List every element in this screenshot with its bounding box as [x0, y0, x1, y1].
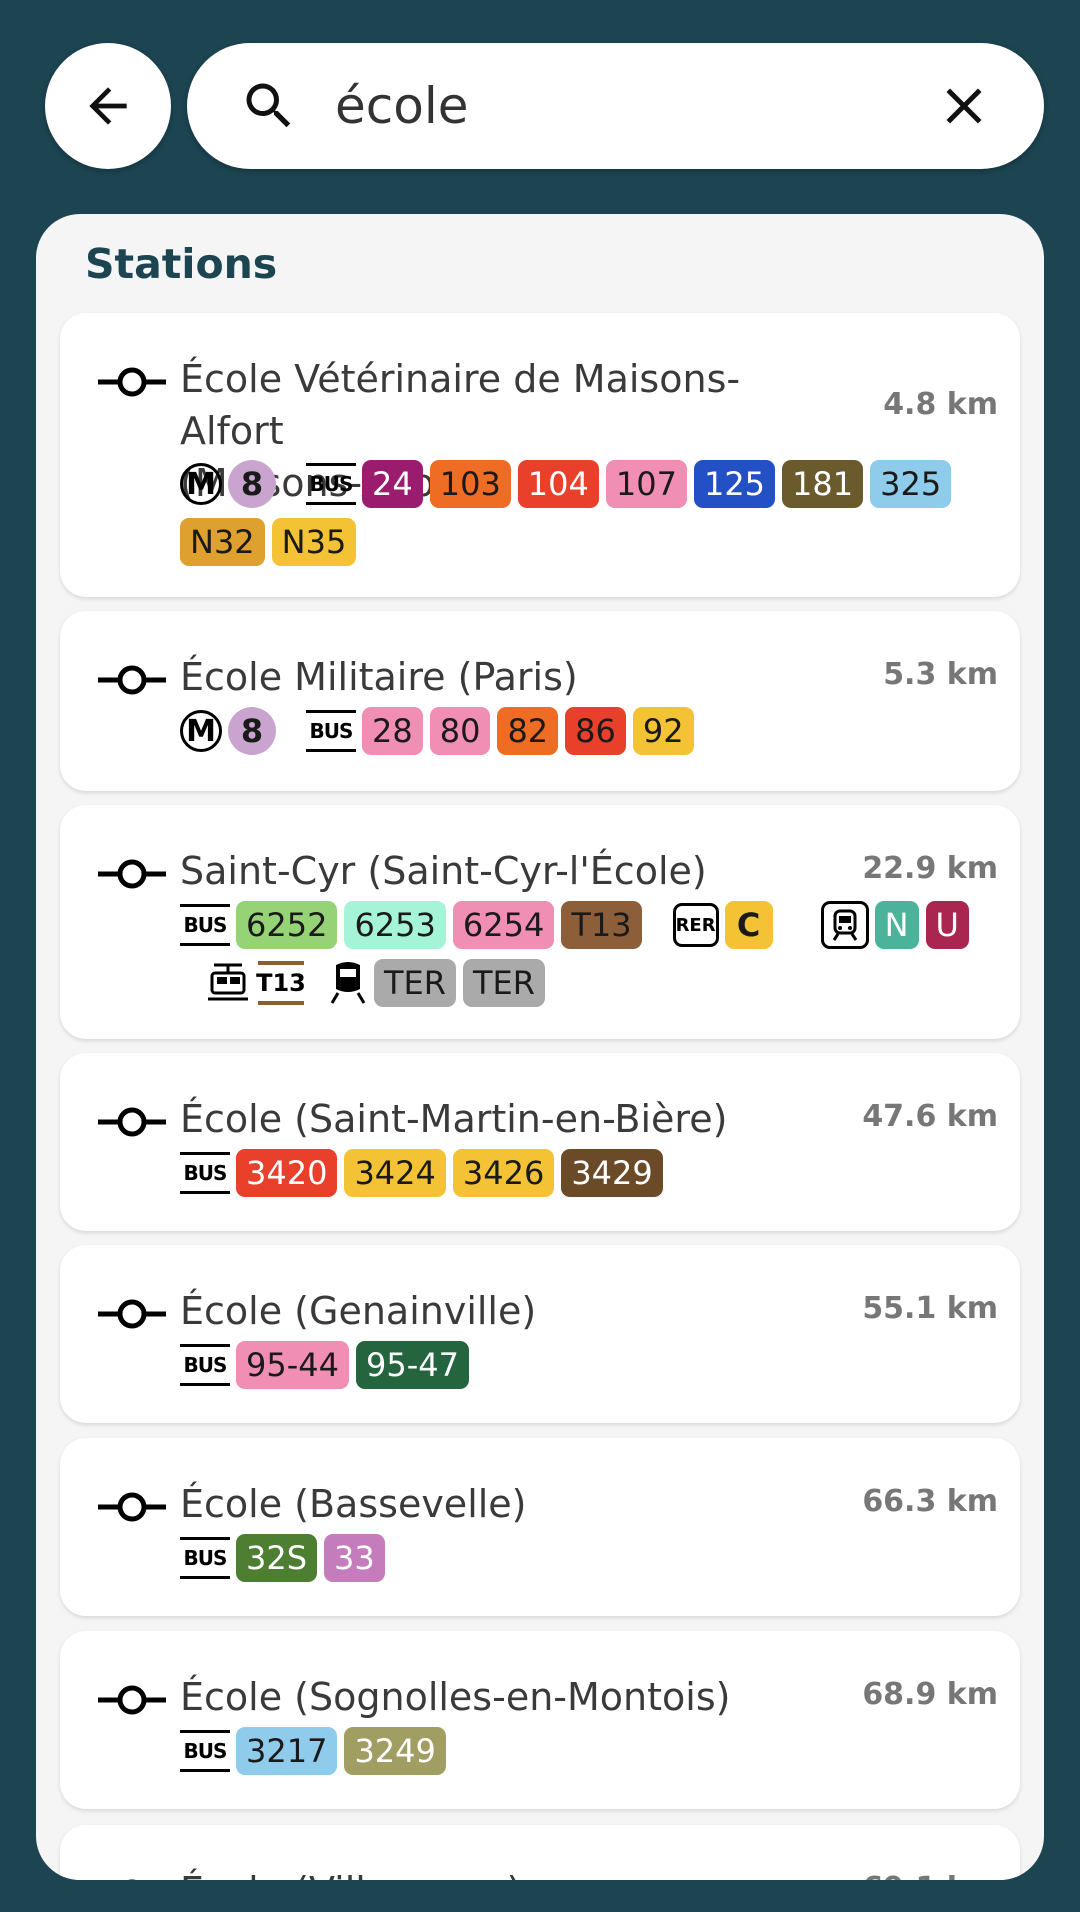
ter-line-badge: TER	[374, 959, 456, 1007]
station-lines: M 8 BUS 28 80 82 86 92	[180, 707, 980, 755]
bus-line-badge: 86	[565, 707, 626, 755]
station-stop-icon	[98, 1685, 166, 1715]
bus-line-badge: 95-47	[355, 1341, 469, 1389]
regional-train-icon	[328, 959, 368, 1007]
tram-line-badge: T13	[256, 961, 306, 1005]
bus-line-badge: 3424	[344, 1149, 446, 1197]
station-lines: M 8 BUS 24 103 104 107 125 181 325 N32 N…	[180, 460, 980, 566]
transilien-line-badge: U	[925, 901, 969, 949]
station-name: École (Genainville)	[180, 1289, 537, 1333]
bus-line-badge: 6253	[344, 901, 446, 949]
clear-search-button[interactable]	[929, 71, 999, 141]
station-distance: 69.1 km	[862, 1871, 998, 1880]
bus-line-badge: 6254	[452, 901, 555, 949]
rer-line-badge: C	[724, 901, 773, 949]
station-name: École Militaire (Paris)	[180, 655, 578, 699]
search-input[interactable]	[335, 61, 895, 151]
bus-line-badge: 107	[605, 460, 687, 508]
bus-icon: BUS	[180, 1534, 230, 1582]
bus-icon: BUS	[306, 707, 356, 755]
station-lines: BUS 3217 3249	[180, 1727, 980, 1775]
bus-line-badge: 24	[362, 460, 423, 508]
bus-line-badge: 82	[497, 707, 559, 755]
station-distance: 4.8 km	[883, 387, 998, 422]
bus-line-badge: 92	[632, 707, 694, 755]
station-stop-icon	[98, 665, 166, 695]
station-card[interactable]: École (Sognolles-en-Montois) 68.9 km BUS…	[60, 1631, 1020, 1809]
station-distance: 47.6 km	[862, 1099, 998, 1134]
station-card[interactable]: École (Saint-Martin-en-Bière) 47.6 km BU…	[60, 1053, 1020, 1231]
bus-line-badge: N32	[180, 518, 265, 566]
close-icon	[946, 88, 982, 124]
station-stop-icon	[128, 1879, 136, 1880]
station-distance: 22.9 km	[862, 851, 998, 886]
transilien-line-badge: N	[874, 901, 919, 949]
station-lines: BUS 6252 6253 6254 T13 RER C N U T13 TER…	[180, 901, 980, 1007]
bus-line-badge: 3426	[452, 1149, 555, 1197]
bus-line-badge: 33	[324, 1534, 385, 1582]
station-distance: 66.3 km	[862, 1484, 998, 1519]
station-stop-icon	[98, 1107, 166, 1137]
station-stop-icon	[98, 1492, 166, 1522]
bus-line-badge: T13	[561, 901, 642, 949]
station-lines: BUS 3420 3424 3426 3429	[180, 1149, 980, 1197]
station-card[interactable]: École (Bassevelle) 66.3 km BUS 32S 33	[60, 1438, 1020, 1616]
ter-line-badge: TER	[463, 959, 545, 1007]
station-distance: 55.1 km	[862, 1291, 998, 1326]
search-bar	[187, 43, 1044, 169]
bus-icon: BUS	[180, 901, 230, 949]
bus-line-badge: 95-44	[236, 1341, 349, 1389]
back-button[interactable]	[45, 43, 171, 169]
metro-line-badge: 8	[228, 460, 276, 508]
bus-line-badge: 3420	[236, 1149, 338, 1197]
section-title: Stations	[85, 240, 278, 288]
bus-line-badge: 6252	[236, 901, 338, 949]
bus-line-badge: 3429	[561, 1149, 663, 1197]
bus-line-badge: 3249	[344, 1727, 446, 1775]
bus-line-badge: 104	[517, 460, 599, 508]
station-name: École (Villeneuve)	[180, 1865, 830, 1880]
bus-line-badge: 125	[693, 460, 776, 508]
station-distance: 5.3 km	[883, 657, 998, 692]
bus-line-badge: 103	[429, 460, 511, 508]
metro-line-badge: 8	[228, 707, 276, 755]
station-card[interactable]: École (Villeneuve) 69.1 km	[60, 1825, 1020, 1880]
bus-line-badge: 28	[362, 707, 423, 755]
metro-icon: M	[180, 707, 222, 755]
bus-line-badge: 32S	[236, 1534, 318, 1582]
arrow-left-icon	[89, 87, 127, 125]
metro-icon: M	[180, 460, 222, 508]
bus-icon: BUS	[180, 1149, 230, 1197]
station-stop-icon	[98, 367, 166, 397]
bus-icon: BUS	[180, 1727, 230, 1775]
station-card[interactable]: École (Genainville) 55.1 km BUS 95-44 95…	[60, 1245, 1020, 1423]
bus-line-badge: 181	[782, 460, 864, 508]
rer-icon: RER	[672, 901, 719, 949]
bus-line-badge: 325	[870, 460, 952, 508]
station-name: Saint-Cyr (Saint-Cyr-l'École)	[180, 849, 707, 893]
station-card[interactable]: École Vétérinaire de Maisons-Alfort (Mai…	[60, 313, 1020, 597]
station-lines: BUS 32S 33	[180, 1534, 980, 1582]
station-name: École (Sognolles-en-Montois)	[180, 1675, 731, 1719]
bus-line-badge: N35	[271, 518, 357, 566]
station-card[interactable]: École Militaire (Paris) 5.3 km M 8 BUS 2…	[60, 611, 1020, 791]
station-stop-icon	[98, 859, 166, 889]
bus-line-badge: 80	[429, 707, 491, 755]
tram-icon	[204, 959, 252, 1007]
results-panel: Stations École Vétérinaire de Maisons-Al…	[36, 214, 1044, 1880]
bus-icon: BUS	[180, 1341, 230, 1389]
station-lines: BUS 95-44 95-47	[180, 1341, 980, 1389]
search-icon	[246, 83, 291, 128]
station-stop-icon	[98, 1299, 166, 1329]
station-name: École (Saint-Martin-en-Bière)	[180, 1097, 728, 1141]
station-distance: 68.9 km	[862, 1677, 998, 1712]
bus-line-badge: 3217	[236, 1727, 338, 1775]
bus-icon: BUS	[306, 460, 356, 508]
station-name: École (Bassevelle)	[180, 1482, 527, 1526]
train-icon	[820, 901, 869, 949]
station-card[interactable]: Saint-Cyr (Saint-Cyr-l'École) 22.9 km BU…	[60, 805, 1020, 1039]
